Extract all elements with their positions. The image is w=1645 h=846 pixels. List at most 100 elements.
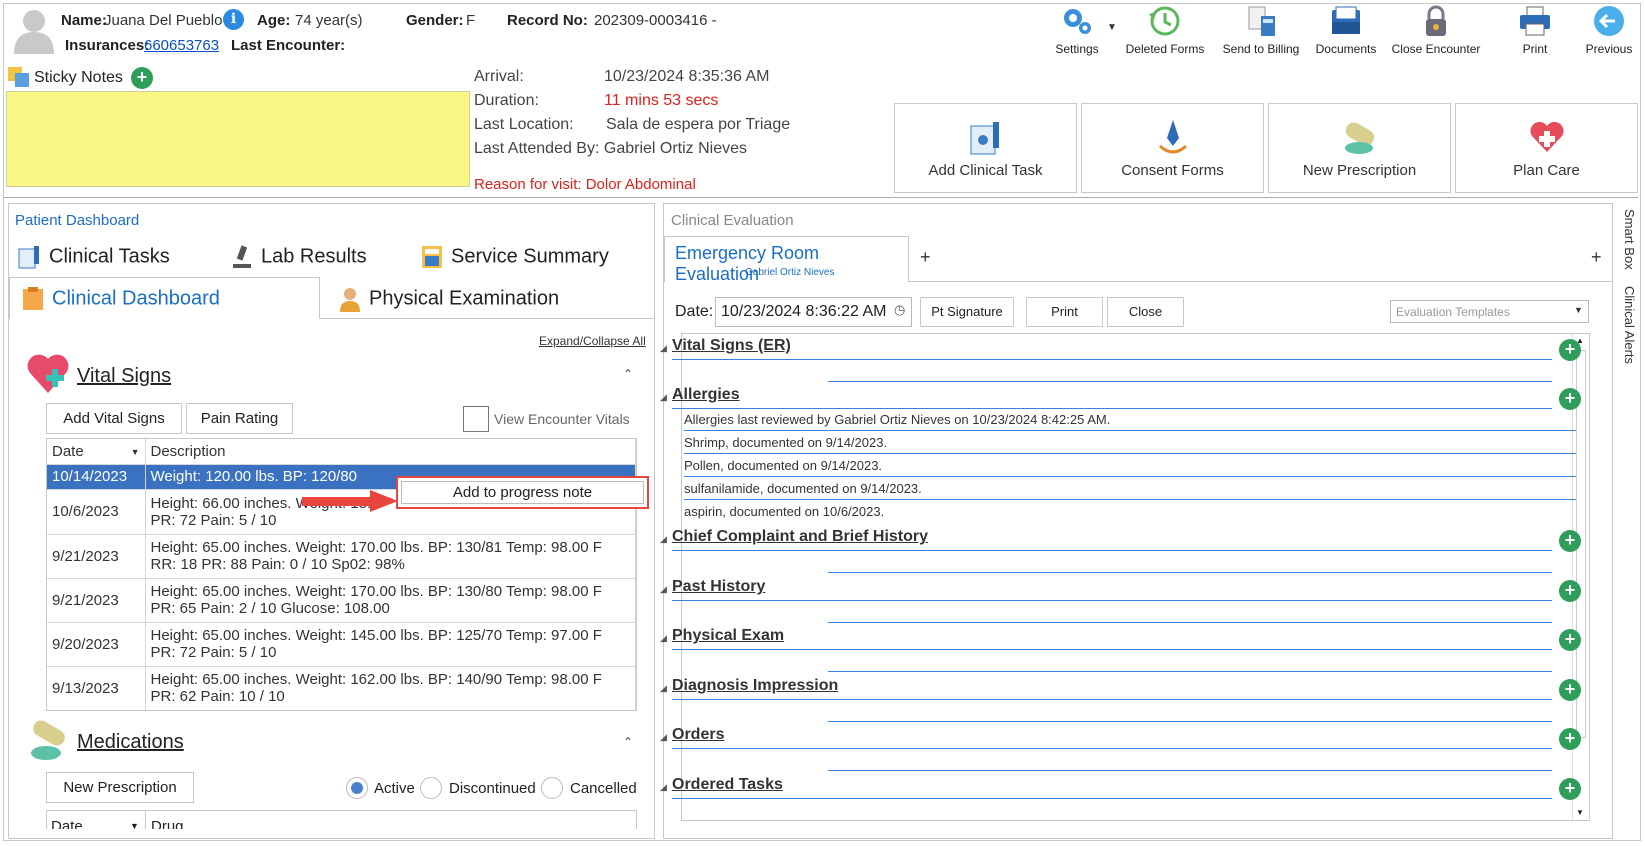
add-tab-right-icon[interactable]: +: [1591, 247, 1602, 268]
print-button[interactable]: Print: [1510, 4, 1560, 62]
meds-col-date[interactable]: Date: [51, 818, 83, 829]
add-clinical-task-label: Add Clinical Task: [928, 162, 1043, 179]
er-eval-tab-sub: Gabriel Ortiz Nieves: [745, 267, 835, 278]
add-section-icon[interactable]: +: [1559, 580, 1581, 602]
arrival-label: Arrival:: [474, 68, 524, 85]
section-title[interactable]: Chief Complaint and Brief History: [672, 528, 928, 546]
smart-box-tab[interactable]: Smart Box: [1617, 209, 1637, 270]
tab-emergency-room-evaluation[interactable]: Emergency Room Evaluation Gabriel Ortiz …: [664, 236, 909, 284]
radio-discontinued[interactable]: [420, 777, 442, 799]
allergy-item: aspirin, documented on 10/6/2023.: [684, 504, 885, 519]
medications-title[interactable]: Medications: [77, 731, 184, 754]
add-section-icon[interactable]: +: [1559, 679, 1581, 701]
new-prescription-label: New Prescription: [1302, 162, 1417, 179]
row-description: Height: 65.00 inches. Weight: 170.00 lbs…: [145, 578, 636, 623]
medications-collapse-icon[interactable]: ⌃: [623, 735, 633, 749]
collapse-triangle-icon[interactable]: ◢: [660, 584, 667, 595]
previous-button[interactable]: Previous: [1584, 4, 1634, 62]
add-sticky-note-icon[interactable]: +: [131, 67, 153, 89]
settings-dropdown-icon[interactable]: ▼: [1107, 22, 1117, 33]
section-orders: ◢ Orders +: [660, 726, 1585, 772]
add-section-icon[interactable]: +: [1559, 778, 1581, 800]
vital-signs-collapse-icon[interactable]: ⌃: [623, 367, 633, 381]
add-section-icon[interactable]: +: [1559, 339, 1581, 361]
col-date-header[interactable]: Date ▼: [47, 439, 146, 465]
insurance-link[interactable]: 660653763: [144, 37, 219, 54]
table-row[interactable]: 9/20/2023 Height: 65.00 inches. Weight: …: [47, 622, 636, 667]
add-to-progress-note-item[interactable]: Add to progress note: [401, 481, 644, 504]
lock-icon: [1426, 5, 1446, 36]
date-input[interactable]: 10/23/2024 8:36:22 AM ◷: [715, 297, 912, 327]
view-encounter-vitals-checkbox[interactable]: [463, 406, 489, 432]
consent-pen-icon: [1158, 120, 1187, 154]
record-number: 202309-0003416 -: [594, 12, 717, 29]
age-label: Age:: [257, 12, 291, 29]
add-section-icon[interactable]: +: [1559, 728, 1581, 750]
tab-clinical-dashboard-content[interactable]: Clinical Dashboard: [20, 286, 220, 312]
tab-service-summary[interactable]: Service Summary: [419, 244, 609, 270]
section-title[interactable]: Diagnosis Impression: [672, 677, 838, 695]
close-encounter-button[interactable]: Close Encounter: [1388, 4, 1484, 62]
settings-button[interactable]: Settings: [1048, 4, 1106, 62]
add-clinical-task-button[interactable]: Add Clinical Task: [894, 103, 1077, 193]
vital-signs-title[interactable]: Vital Signs: [77, 365, 171, 388]
last-encounter-label: Last Encounter:: [231, 37, 346, 54]
section-title[interactable]: Orders: [672, 726, 724, 744]
allergy-item: Pollen, documented on 9/14/2023.: [684, 458, 883, 473]
section-title[interactable]: Allergies: [672, 386, 740, 404]
row-date: 9/20/2023: [47, 622, 146, 667]
tab-physical-examination[interactable]: Physical Examination: [337, 286, 559, 312]
collapse-triangle-icon[interactable]: ◢: [660, 534, 667, 545]
billing-icon: [1248, 6, 1275, 36]
add-section-icon[interactable]: +: [1559, 629, 1581, 651]
sticky-note-area[interactable]: [6, 91, 470, 187]
section-title[interactable]: Ordered Tasks: [672, 776, 783, 794]
pt-signature-button[interactable]: Pt Signature: [920, 297, 1014, 327]
documents-button[interactable]: Documents: [1310, 4, 1382, 62]
add-vital-signs-button[interactable]: Add Vital Signs: [46, 403, 182, 434]
collapse-triangle-icon[interactable]: ◢: [660, 732, 667, 743]
duration-label: Duration:: [474, 92, 539, 109]
eval-close-button[interactable]: Close: [1107, 297, 1184, 327]
consent-forms-label: Consent Forms: [1121, 162, 1224, 179]
new-prescription-button[interactable]: New Prescription: [1268, 103, 1451, 193]
deleted-forms-button[interactable]: Deleted Forms: [1122, 4, 1208, 62]
collapse-triangle-icon[interactable]: ◢: [660, 633, 667, 644]
add-section-icon[interactable]: +: [1559, 388, 1581, 410]
collapse-triangle-icon[interactable]: ◢: [660, 683, 667, 694]
section-title[interactable]: Physical Exam: [672, 627, 784, 645]
er-eval-tab-title: Emergency Room Evaluation: [675, 243, 820, 284]
collapse-triangle-icon[interactable]: ◢: [660, 782, 667, 793]
clinical-alerts-tab[interactable]: Clinical Alerts: [1617, 286, 1637, 364]
section-line: [828, 381, 1552, 382]
table-row[interactable]: 9/21/2023 Height: 65.00 inches. Weight: …: [47, 578, 636, 623]
new-prescription-med-button[interactable]: New Prescription: [46, 772, 194, 803]
radio-cancelled[interactable]: [541, 777, 563, 799]
add-section-icon[interactable]: +: [1559, 530, 1581, 552]
collapse-triangle-icon[interactable]: ◢: [660, 343, 667, 354]
evaluation-templates-select[interactable]: Evaluation Templates ▼: [1390, 300, 1589, 323]
tab-clinical-tasks[interactable]: Clinical Tasks: [17, 244, 170, 270]
info-icon[interactable]: i: [223, 9, 244, 30]
allergy-item: Shrimp, documented on 9/14/2023.: [684, 435, 888, 450]
tab-lab-results[interactable]: Lab Results: [229, 244, 367, 270]
table-row[interactable]: 9/21/2023 Height: 65.00 inches. Weight: …: [47, 534, 636, 579]
section-line: [828, 721, 1552, 722]
expand-collapse-link[interactable]: Expand/Collapse All: [539, 334, 646, 348]
section-physical-exam: ◢ Physical Exam +: [660, 627, 1585, 673]
plan-care-button[interactable]: Plan Care: [1455, 103, 1638, 193]
meds-col-drug[interactable]: Drug: [151, 818, 184, 829]
collapse-triangle-icon[interactable]: ◢: [660, 392, 667, 403]
meds-sort-icon[interactable]: ▼: [130, 821, 139, 829]
deleted-forms-label: Deleted Forms: [1125, 42, 1205, 56]
col-description-header[interactable]: Description: [145, 439, 636, 465]
add-tab-icon[interactable]: +: [920, 247, 931, 268]
pain-rating-button[interactable]: Pain Rating: [186, 403, 293, 434]
section-title[interactable]: Vital Signs (ER): [672, 337, 791, 355]
section-title[interactable]: Past History: [672, 578, 765, 596]
calendar-icon[interactable]: ◷: [894, 302, 905, 318]
consent-forms-button[interactable]: Consent Forms: [1081, 103, 1264, 193]
eval-print-button[interactable]: Print: [1026, 297, 1103, 327]
send-to-billing-button[interactable]: Send to Billing: [1215, 4, 1307, 62]
table-row[interactable]: 9/13/2023 Height: 65.00 inches. Weight: …: [47, 666, 636, 710]
